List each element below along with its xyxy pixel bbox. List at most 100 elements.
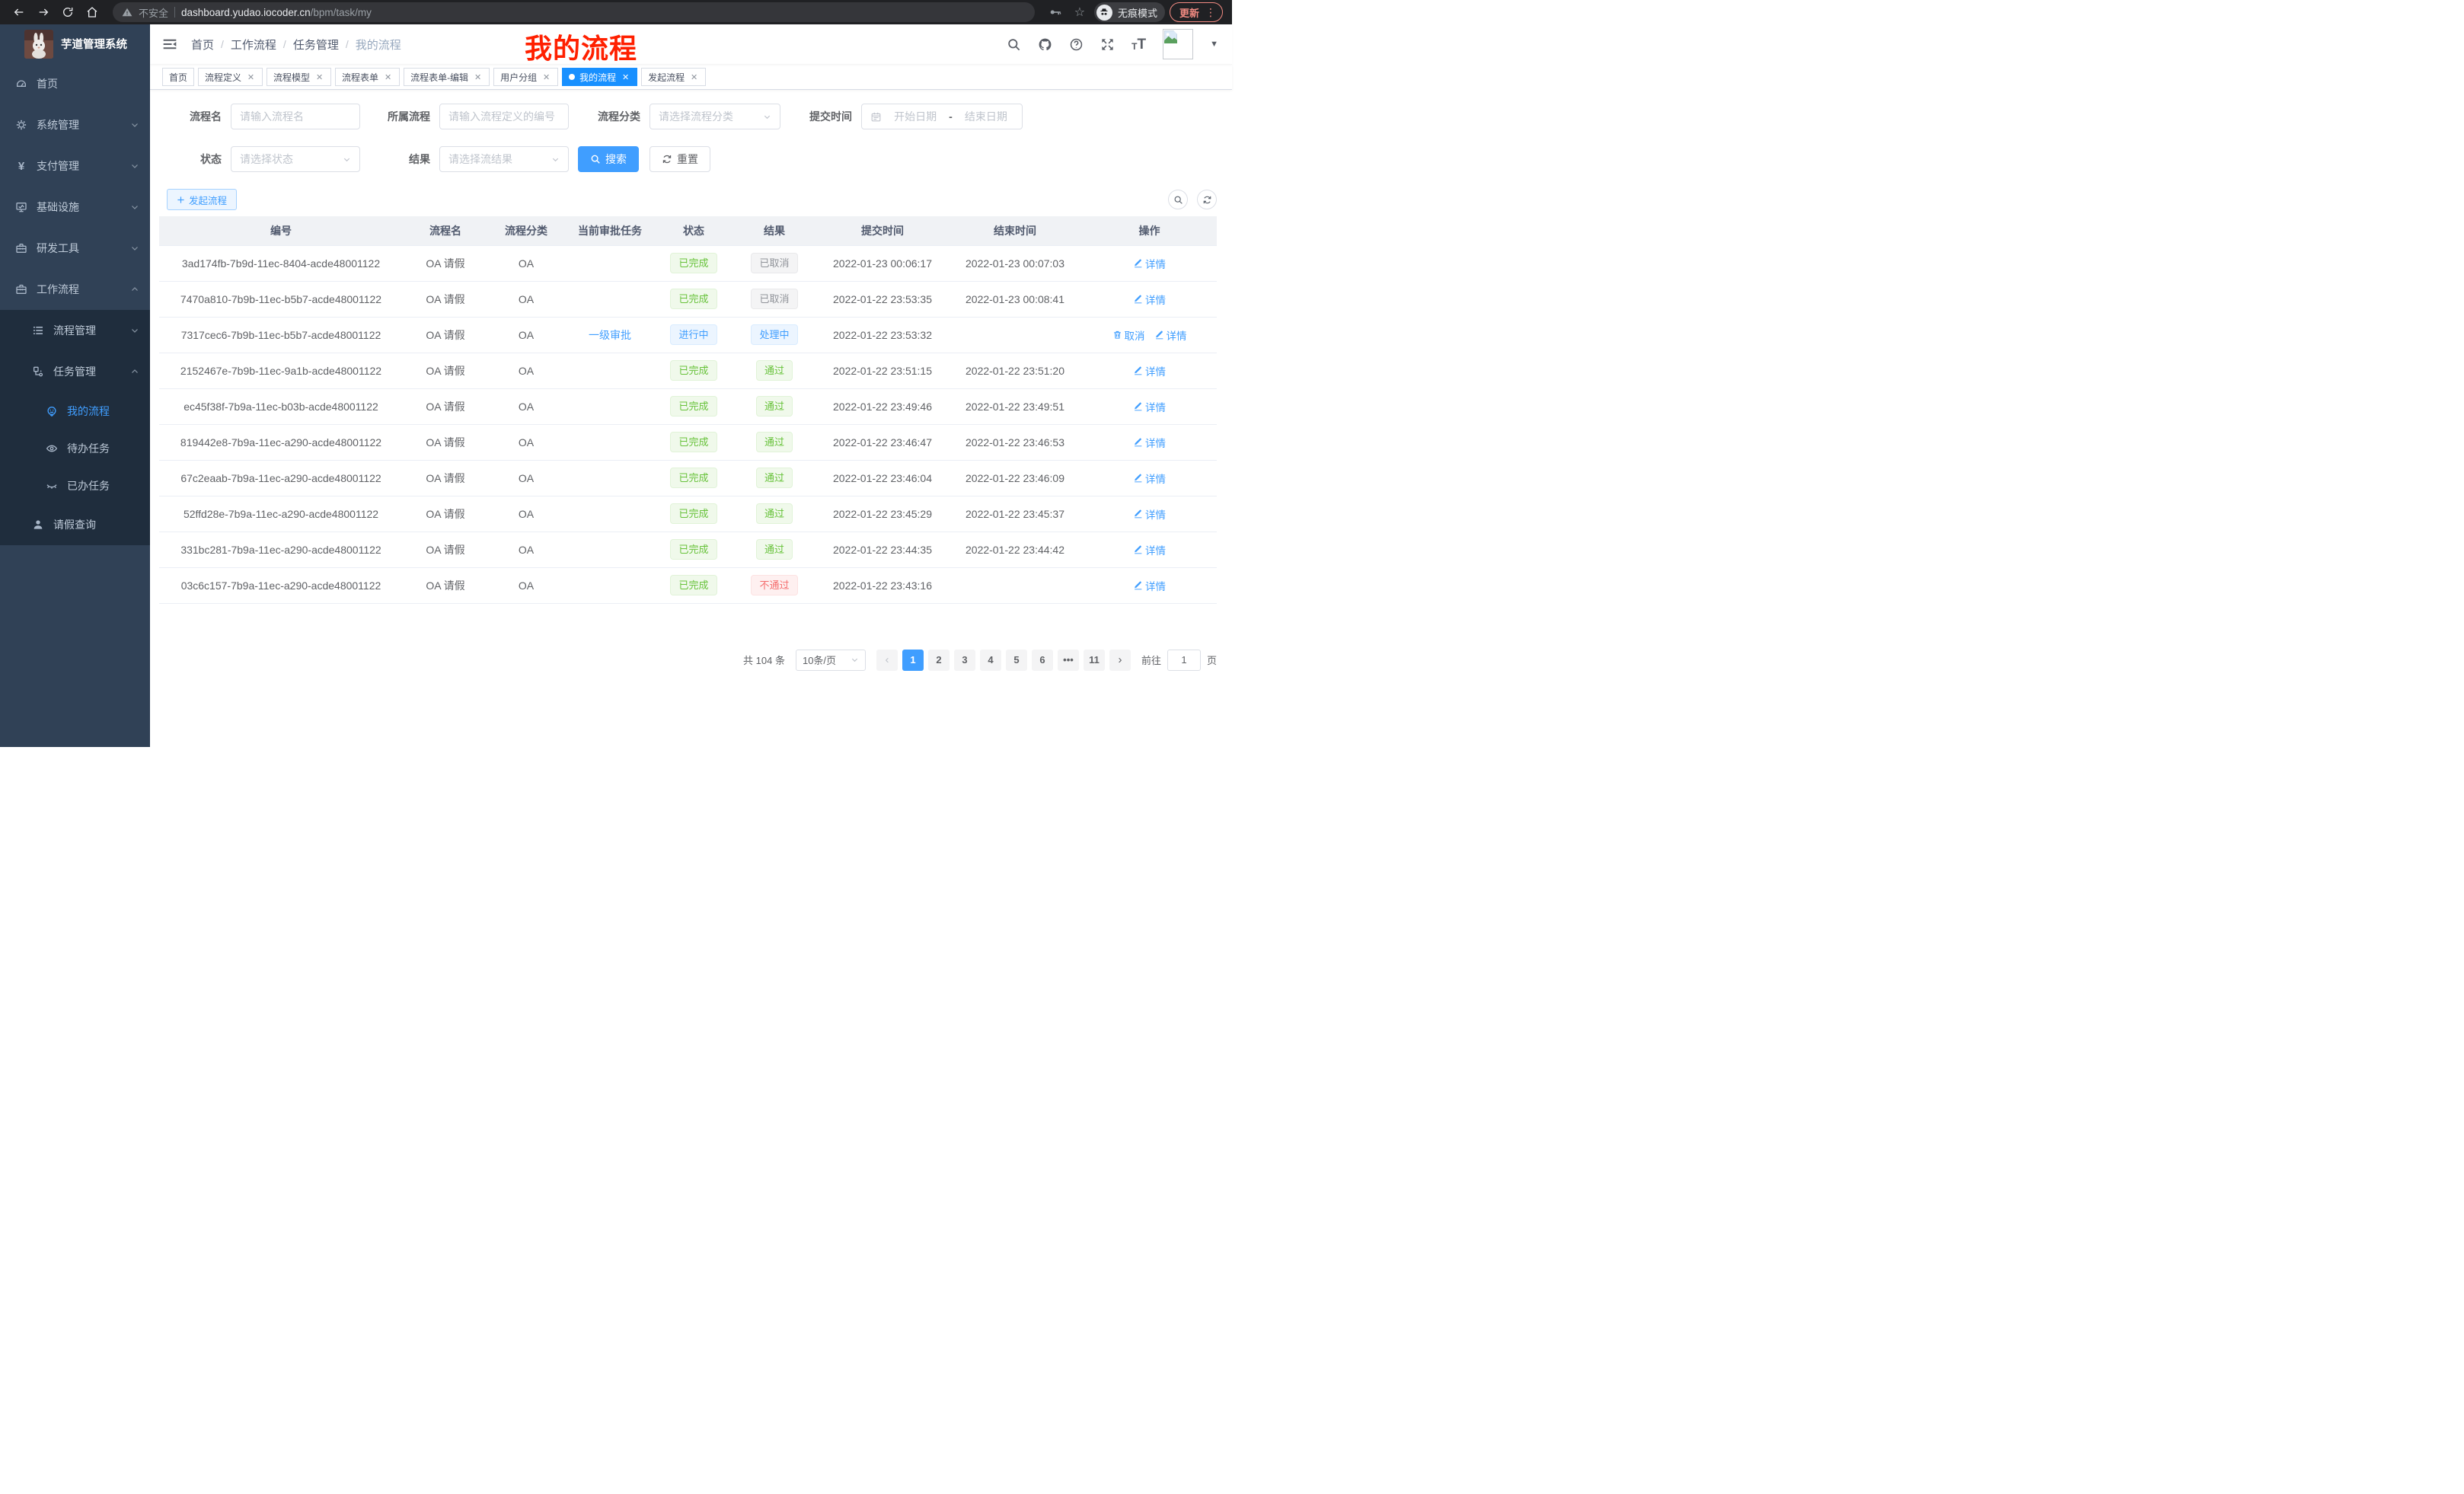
task-link[interactable]: 一级审批	[589, 329, 631, 341]
sidebar-item-workflow[interactable]: 工作流程	[0, 269, 150, 310]
tab-process-definition[interactable]: 流程定义✕	[198, 68, 263, 86]
address-bar[interactable]: 不安全 dashboard.yudao.iocoder.cn/bpm/task/…	[113, 2, 1035, 22]
app-logo-row[interactable]: 芋道管理系统	[0, 24, 150, 63]
detail-link[interactable]: 详情	[1133, 292, 1166, 307]
result-select[interactable]: 请选择流结果	[439, 146, 569, 172]
start-process-button[interactable]: 发起流程	[167, 189, 237, 210]
sidebar-item-done-tasks[interactable]: 已办任务	[0, 467, 150, 504]
more-pages-button[interactable]: •••	[1058, 650, 1079, 671]
password-key-icon[interactable]	[1045, 2, 1065, 22]
chevron-down-icon	[343, 155, 351, 164]
page-button-4[interactable]: 4	[980, 650, 1001, 671]
detail-link[interactable]: 详情	[1133, 363, 1166, 378]
sidebar-toggle-icon[interactable]	[162, 37, 177, 52]
avatar[interactable]	[1163, 29, 1193, 59]
detail-link[interactable]: 详情	[1133, 506, 1166, 522]
sidebar-item-task-mgmt[interactable]: 任务管理	[0, 351, 150, 392]
page-button-6[interactable]: 6	[1032, 650, 1053, 671]
reset-button[interactable]: 重置	[650, 146, 710, 172]
cell-task	[564, 245, 656, 281]
tab-process-form[interactable]: 流程表单✕	[335, 68, 400, 86]
reload-icon[interactable]	[58, 2, 78, 22]
process-definition-input[interactable]: 请输入流程定义的编号	[439, 104, 569, 129]
refresh-button[interactable]	[1197, 190, 1217, 209]
submit-time-range[interactable]: 开始日期 - 结束日期	[861, 104, 1023, 129]
breadcrumb-home[interactable]: 首页	[191, 37, 214, 53]
sidebar-item-system[interactable]: 系统管理	[0, 104, 150, 145]
breadcrumb-workflow[interactable]: 工作流程	[231, 37, 276, 53]
tab-my-process[interactable]: 我的流程✕	[562, 68, 637, 86]
detail-link[interactable]: 详情	[1133, 435, 1166, 450]
detail-link[interactable]: 详情	[1133, 578, 1166, 593]
sidebar-item-infra[interactable]: 基础设施	[0, 187, 150, 228]
page-button-3[interactable]: 3	[954, 650, 975, 671]
close-icon[interactable]: ✕	[689, 72, 699, 82]
close-icon[interactable]: ✕	[541, 72, 551, 82]
search-icon	[1173, 195, 1183, 205]
page-size-select[interactable]: 10条/页	[796, 650, 866, 671]
show-search-button[interactable]	[1168, 190, 1188, 209]
font-size-icon[interactable]: TT	[1131, 37, 1146, 52]
table-toolbar: 发起流程	[159, 189, 1217, 210]
sidebar-item-process-mgmt[interactable]: 流程管理	[0, 310, 150, 351]
cell-id: 7470a810-7b9b-11ec-b5b7-acde48001122	[159, 281, 403, 317]
sidebar-item-devtools[interactable]: 研发工具	[0, 228, 150, 269]
process-name-input[interactable]: 请输入流程名	[231, 104, 360, 129]
start-date-placeholder[interactable]: 开始日期	[888, 109, 943, 124]
tab-process-form-edit[interactable]: 流程表单-编辑✕	[404, 68, 490, 86]
tab-user-group[interactable]: 用户分组✕	[493, 68, 558, 86]
caret-down-icon[interactable]: ▼	[1210, 40, 1218, 49]
tab-start-process[interactable]: 发起流程✕	[641, 68, 706, 86]
sidebar-item-my-process[interactable]: 我的流程	[0, 392, 150, 429]
next-page-button[interactable]: ›	[1109, 650, 1131, 671]
chevron-down-icon	[551, 155, 560, 164]
bookmark-star-icon[interactable]: ☆	[1070, 2, 1090, 22]
page-button-1[interactable]: 1	[902, 650, 924, 671]
github-icon[interactable]	[1038, 37, 1052, 52]
cell-category: OA	[488, 388, 564, 424]
fullscreen-icon[interactable]	[1100, 37, 1115, 52]
page-button-2[interactable]: 2	[928, 650, 950, 671]
category-select[interactable]: 请选择流程分类	[650, 104, 780, 129]
result-badge: 处理中	[751, 324, 797, 345]
close-icon[interactable]: ✕	[383, 72, 393, 82]
close-icon[interactable]: ✕	[314, 72, 324, 82]
help-icon[interactable]	[1069, 37, 1084, 52]
chevron-down-icon	[130, 161, 139, 171]
browser-menu-icon[interactable]: ⋮	[1205, 7, 1216, 18]
back-icon[interactable]	[9, 2, 29, 22]
forward-icon[interactable]	[34, 2, 53, 22]
breadcrumb-task-mgmt[interactable]: 任务管理	[293, 37, 339, 53]
sidebar-item-payment[interactable]: ¥ 支付管理	[0, 145, 150, 187]
cancel-link[interactable]: 取消	[1112, 327, 1145, 343]
page-button-5[interactable]: 5	[1006, 650, 1027, 671]
detail-link[interactable]: 详情	[1154, 327, 1187, 343]
search-icon[interactable]	[1007, 37, 1021, 52]
close-icon[interactable]: ✕	[621, 72, 630, 82]
detail-link[interactable]: 详情	[1133, 399, 1166, 414]
goto-page: 前往 1 页	[1141, 650, 1217, 671]
security-label[interactable]: 不安全	[139, 5, 168, 20]
page-button-11[interactable]: 11	[1084, 650, 1105, 671]
close-icon[interactable]: ✕	[246, 72, 256, 82]
end-date-placeholder[interactable]: 结束日期	[959, 109, 1013, 124]
goto-page-input[interactable]: 1	[1167, 650, 1201, 671]
detail-link[interactable]: 详情	[1133, 471, 1166, 486]
detail-link[interactable]: 详情	[1133, 542, 1166, 557]
sidebar-item-todo-tasks[interactable]: 待办任务	[0, 429, 150, 467]
close-icon[interactable]: ✕	[473, 72, 483, 82]
url-text[interactable]: dashboard.yudao.iocoder.cn/bpm/task/my	[181, 7, 372, 18]
prev-page-button[interactable]: ‹	[876, 650, 898, 671]
sidebar-item-home[interactable]: 首页	[0, 63, 150, 104]
incognito-badge[interactable]: 无痕模式	[1094, 2, 1165, 22]
status-select[interactable]: 请选择状态	[231, 146, 360, 172]
home-icon[interactable]	[82, 2, 102, 22]
browser-update-button[interactable]: 更新 ⋮	[1170, 2, 1223, 22]
search-button[interactable]: 搜索	[578, 146, 639, 172]
sidebar-item-leave-query[interactable]: 请假查询	[0, 504, 150, 545]
detail-link[interactable]: 详情	[1133, 256, 1166, 271]
tab-home[interactable]: 首页	[162, 68, 194, 86]
cell-end-time	[948, 567, 1082, 603]
tab-process-model[interactable]: 流程模型✕	[267, 68, 331, 86]
cell-id: 67c2eaab-7b9a-11ec-a290-acde48001122	[159, 460, 403, 496]
